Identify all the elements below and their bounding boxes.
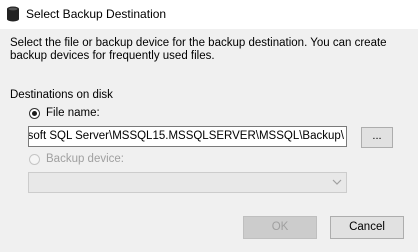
file-name-radio[interactable]: [29, 107, 40, 119]
backup-device-select[interactable]: [28, 172, 347, 193]
ok-button[interactable]: OK: [243, 216, 317, 239]
dialog-description: Select the file or backup device for the…: [10, 37, 387, 62]
browse-button[interactable]: ...: [361, 127, 393, 148]
select-backup-destination-dialog: Select Backup Destination Select the fil…: [0, 0, 418, 252]
cancel-button[interactable]: Cancel: [330, 216, 404, 239]
window-title: Select Backup Destination: [26, 7, 167, 21]
chevron-down-icon: [332, 179, 342, 185]
file-path-value: crosoft SQL Server\MSSQL15.MSSQLSERVER\M…: [28, 130, 344, 142]
file-name-option[interactable]: File name:: [29, 107, 100, 119]
backup-device-label: Backup device:: [46, 153, 124, 165]
destinations-group-label: Destinations on disk: [10, 89, 113, 101]
title-bar: Select Backup Destination: [0, 0, 418, 29]
database-icon: [7, 6, 19, 22]
file-name-label: File name:: [46, 107, 100, 119]
backup-device-option[interactable]: Backup device:: [29, 153, 124, 165]
file-path-input[interactable]: crosoft SQL Server\MSSQL15.MSSQLSERVER\M…: [28, 126, 347, 147]
backup-device-radio[interactable]: [29, 153, 40, 165]
